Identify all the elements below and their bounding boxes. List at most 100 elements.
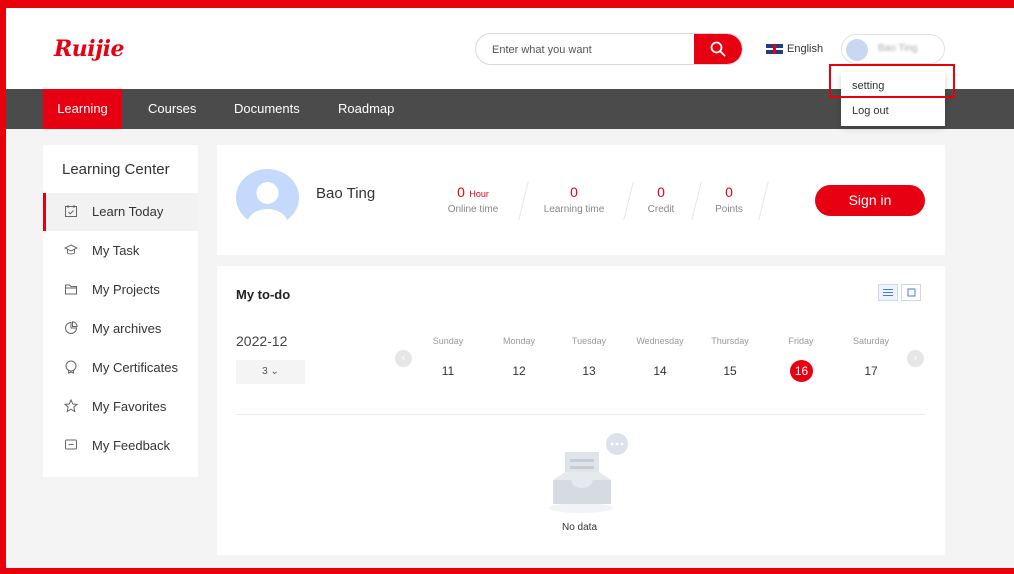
day-name: Sunday: [432, 336, 464, 346]
week-select[interactable]: 3 ⌄: [236, 360, 305, 384]
profile-card: Bao Ting 0 Hour Online time 0 Learning t…: [217, 145, 945, 255]
stat-divider: [518, 182, 529, 220]
graduation-cap-icon: [64, 244, 78, 255]
view-toggle: [878, 284, 921, 301]
divider: [236, 414, 926, 415]
chevron-right-icon: ›: [913, 352, 918, 364]
day-date: 14: [653, 364, 667, 378]
medal-icon: [65, 360, 77, 374]
day-date: 12: [512, 364, 526, 378]
list-icon: [883, 289, 893, 296]
day-column[interactable]: Tuesday 13: [569, 336, 609, 382]
stat-divider: [691, 182, 702, 220]
sidebar-item-my-archives[interactable]: My archives: [43, 310, 198, 348]
stat-value: 0: [457, 184, 465, 200]
profile-name: Bao Ting: [316, 185, 376, 202]
chevron-down-icon: ⌄: [270, 366, 279, 377]
todo-card: My to-do 2022-12 3 ⌄ ‹ › Sunday 11 Monda…: [217, 266, 945, 555]
search-button[interactable]: [694, 34, 742, 64]
screenshot-border-top: [0, 0, 1014, 8]
stat-label: Online time: [447, 204, 499, 215]
sidebar-item-learn-today[interactable]: Learn Today: [43, 193, 198, 231]
stat-value: 0: [725, 184, 733, 200]
day-column[interactable]: Saturday 17: [851, 336, 891, 382]
screenshot-border-bottom: [0, 568, 1014, 574]
stat-learning-time: 0 Learning time: [537, 184, 611, 215]
day-name: Wednesday: [636, 336, 684, 346]
day-date: 15: [723, 364, 737, 378]
sidebar-item-my-certificates[interactable]: My Certificates: [43, 349, 198, 387]
sign-in-button[interactable]: Sign in: [815, 185, 925, 216]
sidebar: Learning Center Learn Today My Task My P…: [43, 145, 198, 477]
week-value: 3: [262, 366, 268, 377]
calendar-check-icon: [65, 205, 77, 217]
tab-learning[interactable]: Learning: [43, 89, 122, 129]
stat-value: 0: [657, 184, 665, 200]
ruijie-logo[interactable]: Ruijie: [54, 36, 124, 62]
day-date: 13: [582, 364, 596, 378]
search-icon: [710, 41, 726, 57]
day-column-today[interactable]: Friday 16: [781, 336, 821, 382]
chevron-left-icon: ‹: [401, 352, 406, 364]
day-name: Thursday: [711, 336, 749, 346]
menu-item-logout[interactable]: Log out: [852, 105, 889, 117]
user-name: Bao Ting: [878, 43, 918, 54]
sidebar-item-label: My Certificates: [92, 360, 178, 375]
language-label: English: [787, 43, 824, 55]
todo-title: My to-do: [236, 287, 291, 302]
sidebar-item-my-feedback[interactable]: My Feedback: [43, 427, 198, 465]
stat-online-time: 0 Hour Online time: [443, 184, 503, 215]
active-indicator: [43, 193, 46, 231]
pie-chart-icon: [65, 321, 78, 334]
uk-flag-icon: [766, 44, 783, 54]
stat-label: Points: [715, 204, 743, 215]
tab-documents[interactable]: Documents: [234, 89, 300, 129]
language-switcher[interactable]: English: [766, 43, 823, 55]
tab-roadmap[interactable]: Roadmap: [338, 89, 394, 129]
empty-state-text: No data: [562, 522, 598, 533]
day-date: 16: [790, 360, 813, 382]
day-column[interactable]: Sunday 11: [428, 336, 468, 382]
sidebar-item-label: My Task: [92, 243, 140, 258]
star-icon: [64, 399, 78, 413]
stat-credit: 0 Credit: [641, 184, 681, 215]
day-name: Tuesday: [571, 336, 607, 346]
avatar: [846, 39, 868, 61]
user-avatar: [236, 169, 299, 226]
sidebar-item-label: My Feedback: [92, 438, 171, 453]
next-week-button[interactable]: ›: [907, 350, 924, 367]
stat-divider: [623, 182, 634, 220]
stat-unit: Hour: [469, 189, 489, 199]
highlight-box: [829, 64, 955, 98]
day-date: 17: [864, 364, 878, 378]
tab-courses[interactable]: Courses: [148, 89, 196, 129]
sidebar-item-my-projects[interactable]: My Projects: [43, 271, 198, 309]
day-column[interactable]: Wednesday 14: [633, 336, 687, 382]
stat-points: 0 Points: [709, 184, 749, 215]
sidebar-item-label: My archives: [92, 321, 162, 336]
day-name: Monday: [502, 336, 536, 346]
folder-icon: [65, 284, 77, 295]
list-view-button[interactable]: [878, 284, 898, 301]
sidebar-item-my-task[interactable]: My Task: [43, 232, 198, 270]
stat-divider: [758, 182, 769, 220]
search-input[interactable]: [476, 34, 714, 64]
day-name: Friday: [788, 336, 814, 346]
day-date: 11: [441, 364, 455, 378]
square-icon: [907, 288, 915, 297]
day-column[interactable]: Thursday 15: [710, 336, 750, 382]
message-icon: [65, 439, 77, 450]
user-silhouette-icon: [247, 182, 288, 226]
sidebar-item-my-favorites[interactable]: My Favorites: [43, 388, 198, 426]
stat-label: Learning time: [543, 204, 605, 215]
day-column[interactable]: Monday 12: [499, 336, 539, 382]
day-name: Saturday: [852, 336, 890, 346]
prev-week-button[interactable]: ‹: [395, 350, 412, 367]
user-menu-trigger[interactable]: Bao Ting: [841, 34, 945, 64]
sidebar-item-label: My Favorites: [92, 399, 167, 414]
month-label: 2022-12: [236, 333, 288, 349]
calendar-view-button[interactable]: [901, 284, 921, 301]
sidebar-item-label: My Projects: [92, 282, 160, 297]
search-box: [475, 33, 743, 65]
sidebar-title: Learning Center: [62, 161, 170, 178]
